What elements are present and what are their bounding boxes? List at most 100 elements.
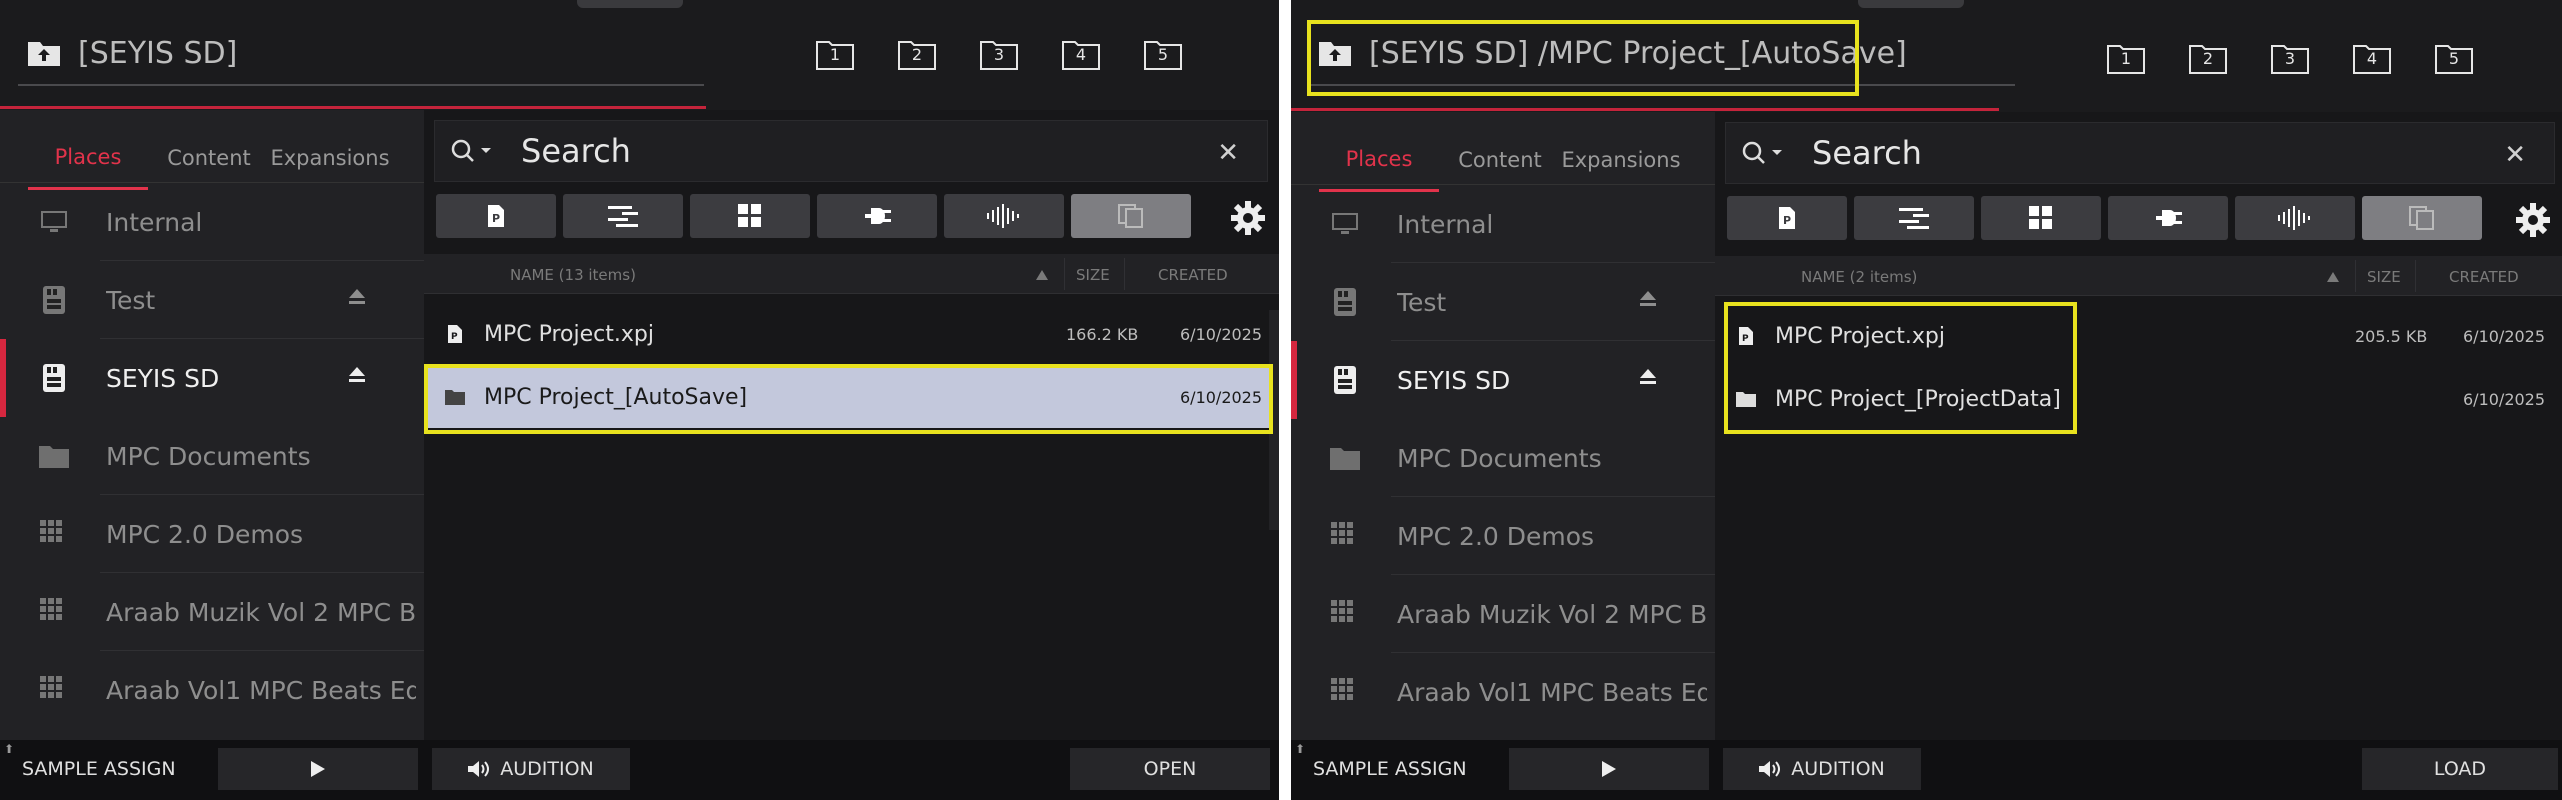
- filter-program-button[interactable]: [1981, 196, 2101, 240]
- column-divider: [2415, 260, 2416, 292]
- search-bar[interactable]: Search ✕: [1725, 122, 2555, 184]
- sd-card-icon: [1329, 364, 1361, 396]
- folder-shortcut-4[interactable]: 4: [1062, 38, 1100, 70]
- grid-icon: [1329, 598, 1361, 630]
- sidebar-item-araab-muzik-vol2[interactable]: Araab Muzik Vol 2 MPC Beats Edition: [1291, 575, 1715, 653]
- parent-folder-icon[interactable]: [1317, 38, 1353, 68]
- filter-all-files-button[interactable]: [1071, 194, 1191, 238]
- sidebar-item-mpc-demos[interactable]: MPC 2.0 Demos: [1291, 497, 1715, 575]
- folder-shortcut-1[interactable]: 1: [816, 38, 854, 70]
- sidebar-item-mpc-demos[interactable]: MPC 2.0 Demos: [0, 495, 424, 573]
- close-icon[interactable]: ✕: [2504, 140, 2526, 170]
- sidebar-item-internal[interactable]: Internal: [0, 183, 424, 261]
- column-divider: [1124, 258, 1125, 290]
- program-icon: [2029, 206, 2052, 229]
- sidebar-item-mpc-documents[interactable]: MPC Documents: [0, 417, 424, 495]
- scrollbar[interactable]: [1269, 310, 1279, 530]
- column-name-header[interactable]: NAME (13 items): [510, 266, 636, 284]
- sidebar-item-araab-vol1[interactable]: Araab Vol1 MPC Beats Edition: [0, 651, 424, 729]
- filter-sequence-button[interactable]: [563, 194, 683, 238]
- sort-asc-icon[interactable]: [1036, 270, 1048, 280]
- sidebar-item-test[interactable]: Test: [0, 261, 424, 339]
- open-button[interactable]: OPEN: [1070, 748, 1270, 790]
- column-size-header[interactable]: SIZE: [1076, 266, 1110, 284]
- play-button[interactable]: [1509, 748, 1709, 790]
- file-created: 6/10/2025: [2463, 389, 2546, 409]
- search-icon[interactable]: [1740, 138, 1790, 168]
- sample-assign-button[interactable]: SAMPLE ASSIGN: [22, 748, 212, 790]
- project-file-icon: P: [488, 205, 504, 227]
- sidebar-item-label: MPC Documents: [1397, 443, 1602, 473]
- sidebar-item-araab-vol1[interactable]: Araab Vol1 MPC Beats Edition: [1291, 653, 1715, 731]
- filter-project-button[interactable]: P: [1727, 196, 1847, 240]
- sample-assign-button[interactable]: SAMPLE ASSIGN: [1313, 748, 1503, 790]
- folder-shortcut-1[interactable]: 1: [2107, 42, 2145, 74]
- path-bar[interactable]: [SEYIS SD] /MPC Project_[AutoSave]: [1309, 22, 2015, 86]
- top-drag-tab[interactable]: [577, 0, 683, 8]
- eject-icon[interactable]: [1639, 369, 1657, 385]
- folder-shortcut-2[interactable]: 2: [2189, 42, 2227, 74]
- filter-sequence-button[interactable]: [1854, 196, 1974, 240]
- sidebar-item-seyis-sd[interactable]: SEYIS SD: [1291, 341, 1715, 419]
- filter-plugin-button[interactable]: [817, 194, 937, 238]
- folder-shortcut-2[interactable]: 2: [898, 38, 936, 70]
- gear-icon[interactable]: [2515, 202, 2551, 238]
- audition-label: AUDITION: [500, 758, 594, 780]
- top-drag-tab[interactable]: [1858, 0, 1964, 8]
- gear-icon[interactable]: [1230, 200, 1266, 236]
- folder-shortcut-3[interactable]: 3: [2271, 42, 2309, 74]
- column-name-header[interactable]: NAME (2 items): [1801, 268, 1917, 286]
- play-button[interactable]: [218, 748, 418, 790]
- program-icon: [738, 204, 761, 227]
- eject-icon[interactable]: [1639, 291, 1657, 307]
- eject-icon[interactable]: [348, 289, 366, 305]
- filter-sample-button[interactable]: [2235, 196, 2355, 240]
- filter-project-button[interactable]: P: [436, 194, 556, 238]
- folder-icon: [444, 389, 466, 405]
- tab-expansions[interactable]: Expansions: [1561, 128, 1681, 192]
- sidebar-item-internal[interactable]: Internal: [1291, 185, 1715, 263]
- column-created-header[interactable]: CREATED: [1158, 266, 1228, 284]
- tab-places[interactable]: Places: [1319, 128, 1439, 192]
- column-size-header[interactable]: SIZE: [2367, 268, 2401, 286]
- folder-shortcut-4[interactable]: 4: [2353, 42, 2391, 74]
- search-input[interactable]: Search: [1812, 134, 1922, 172]
- folder-shortcut-3[interactable]: 3: [980, 38, 1018, 70]
- table-row[interactable]: MPC Project_[ProjectData] 6/10/2025: [1715, 368, 2562, 430]
- tab-content[interactable]: Content: [148, 126, 270, 190]
- load-button[interactable]: LOAD: [2362, 748, 2558, 790]
- folder-shortcut-5[interactable]: 5: [2435, 42, 2473, 74]
- filter-sample-button[interactable]: [944, 194, 1064, 238]
- sidebar-item-mpc-documents[interactable]: MPC Documents: [1291, 419, 1715, 497]
- search-bar[interactable]: Search ✕: [434, 120, 1268, 182]
- grid-icon: [1329, 676, 1361, 708]
- parent-folder-icon[interactable]: [26, 38, 62, 68]
- file-size: 205.5 KB: [2355, 326, 2428, 346]
- tab-places[interactable]: Places: [28, 126, 148, 190]
- audition-button[interactable]: AUDITION: [432, 748, 630, 790]
- sidebar-item-seyis-sd[interactable]: SEYIS SD: [0, 339, 424, 417]
- filter-program-button[interactable]: [690, 194, 810, 238]
- tab-expansions[interactable]: Expansions: [270, 126, 390, 190]
- sort-asc-icon[interactable]: [2327, 272, 2339, 282]
- sidebar-item-araab-muzik-vol2[interactable]: Araab Muzik Vol 2 MPC Beats Edition: [0, 573, 424, 651]
- table-row-selected[interactable]: MPC Project_[AutoSave] 6/10/2025: [424, 366, 1269, 428]
- search-input[interactable]: Search: [521, 132, 631, 170]
- filter-all-files-button[interactable]: [2362, 196, 2482, 240]
- active-indicator: [0, 339, 6, 417]
- column-created-header[interactable]: CREATED: [2449, 268, 2519, 286]
- filter-plugin-button[interactable]: [2108, 196, 2228, 240]
- table-row[interactable]: P MPC Project.xpj 166.2 KB 6/10/2025: [424, 303, 1279, 365]
- audition-button[interactable]: AUDITION: [1723, 748, 1921, 790]
- sidebar-item-test[interactable]: Test: [1291, 263, 1715, 341]
- path-bar[interactable]: [SEYIS SD]: [18, 22, 704, 86]
- corner-arrow-icon: ⬆: [4, 742, 15, 756]
- folder-shortcut-5[interactable]: 5: [1144, 38, 1182, 70]
- svg-text:P: P: [492, 212, 500, 225]
- eject-icon[interactable]: [348, 367, 366, 383]
- close-icon[interactable]: ✕: [1217, 138, 1239, 168]
- table-row[interactable]: P MPC Project.xpj 205.5 KB 6/10/2025: [1715, 305, 2562, 367]
- file-size: 166.2 KB: [1066, 324, 1139, 344]
- search-icon[interactable]: [449, 136, 499, 166]
- tab-content[interactable]: Content: [1439, 128, 1561, 192]
